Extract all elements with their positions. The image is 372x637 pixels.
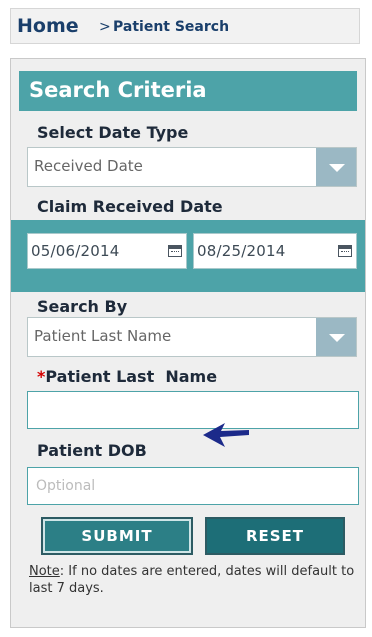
search-by-select[interactable]: Patient Last Name bbox=[27, 317, 357, 357]
date-type-label: Select Date Type bbox=[37, 123, 189, 142]
claim-date-from-field[interactable]: 05/06/2014 bbox=[27, 233, 187, 269]
chevron-down-icon bbox=[329, 164, 345, 172]
date-type-dropdown-button[interactable] bbox=[316, 148, 356, 186]
search-criteria-panel: Search Criteria Select Date Type Receive… bbox=[10, 58, 366, 628]
reset-button[interactable]: RESET bbox=[205, 517, 345, 555]
calendar-icon[interactable] bbox=[338, 245, 352, 257]
claim-date-to-value: 08/25/2014 bbox=[197, 242, 286, 260]
calendar-icon[interactable] bbox=[168, 245, 182, 257]
claim-date-range: 05/06/2014 08/25/2014 bbox=[11, 220, 365, 292]
breadcrumb: Home > Patient Search bbox=[10, 8, 360, 44]
search-by-dropdown-button[interactable] bbox=[316, 318, 356, 356]
breadcrumb-separator: > bbox=[99, 19, 111, 35]
breadcrumb-current: Patient Search bbox=[113, 19, 230, 35]
dob-label: Patient DOB bbox=[37, 441, 147, 460]
chevron-down-icon bbox=[329, 334, 345, 342]
submit-button[interactable]: SUBMIT bbox=[41, 517, 193, 555]
breadcrumb-home-link[interactable]: Home bbox=[17, 15, 79, 37]
dob-input[interactable] bbox=[27, 467, 359, 505]
date-type-value: Received Date bbox=[34, 157, 143, 175]
last-name-label-text: Patient Last Name bbox=[45, 367, 218, 386]
panel-title: Search Criteria bbox=[29, 78, 207, 102]
search-by-label: Search By bbox=[37, 297, 128, 316]
note-label: Note bbox=[29, 564, 60, 579]
claim-date-to-field[interactable]: 08/25/2014 bbox=[193, 233, 357, 269]
arrow-pointer-icon bbox=[203, 423, 249, 447]
last-name-label: *Patient Last Name bbox=[37, 367, 217, 386]
search-by-value: Patient Last Name bbox=[34, 327, 172, 345]
claim-date-from-value: 05/06/2014 bbox=[31, 242, 120, 260]
date-type-select[interactable]: Received Date bbox=[27, 147, 357, 187]
panel-header: Search Criteria bbox=[19, 71, 357, 111]
patient-search-page: Home > Patient Search Search Criteria Se… bbox=[0, 0, 372, 637]
note-text: : If no dates are entered, dates will de… bbox=[29, 564, 355, 596]
last-name-input[interactable] bbox=[27, 391, 359, 429]
claim-date-label: Claim Received Date bbox=[37, 197, 223, 216]
date-default-note: Note: If no dates are entered, dates wil… bbox=[29, 563, 359, 597]
